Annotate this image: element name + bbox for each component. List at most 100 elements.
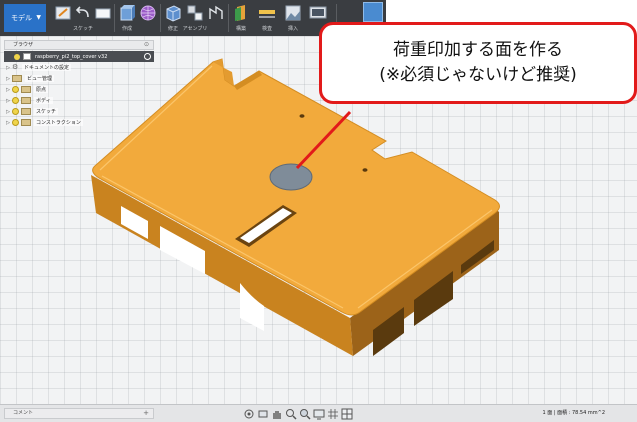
make-icon [309, 6, 327, 19]
visibility-bulb-icon[interactable] [12, 119, 19, 126]
visibility-bulb-icon[interactable] [12, 97, 19, 104]
orbit-icon [244, 409, 254, 419]
display-settings-icon [313, 409, 325, 420]
tool-label: 作成 [121, 26, 132, 32]
tool-cube[interactable]: 修正 [164, 0, 182, 36]
tool-label: アセンブリ [182, 26, 208, 32]
browser-item-label: スケッチ [34, 108, 59, 115]
pan-tool[interactable] [271, 408, 283, 420]
grid-settings-tool[interactable] [327, 408, 339, 420]
gear-icon: ⚙ [12, 63, 19, 71]
visibility-bulb-icon[interactable] [14, 53, 20, 60]
joint-icon [209, 5, 223, 19]
tool-measure[interactable]: 検査 [256, 0, 278, 36]
status-bar: コメント + 1 面 | 面積 : 78.54 mm^2 [0, 404, 637, 422]
annotation-callout: 荷重印加する面を作る (※必須じゃないけど推奨) [319, 22, 637, 104]
grid-icon [328, 409, 338, 419]
visibility-bulb-icon[interactable] [12, 86, 19, 93]
browser-item-document-settings[interactable]: ▷ ⚙ ドキュメントの設定 [4, 62, 154, 73]
measure-icon [259, 10, 275, 18]
browser-header[interactable]: ブラウザ ⊙ [4, 40, 154, 50]
orbit-tool[interactable] [243, 408, 255, 420]
load-face[interactable] [269, 163, 313, 191]
sketch-edit-icon [55, 6, 71, 20]
fit-tool[interactable] [299, 408, 311, 420]
tool-box[interactable]: 作成 [118, 0, 136, 36]
browser-item-bodies[interactable]: ▷ ボディ [4, 95, 154, 106]
tool-label: 挿入 [287, 26, 298, 32]
browser-item-label: ドキュメントの設定 [22, 64, 72, 71]
browser-item-label: 原点 [34, 86, 49, 93]
tool-insert-image[interactable]: 挿入 [282, 0, 304, 36]
cube-icon [166, 5, 181, 22]
measure-readout: 1 面 | 面積 : 78.54 mm^2 [542, 410, 605, 416]
add-comment-icon[interactable]: + [143, 409, 149, 418]
workspace-label: モデル [11, 14, 32, 22]
select-icon [363, 2, 383, 22]
mounting-hole [299, 114, 305, 118]
sketch-rectangle-icon [95, 8, 111, 19]
zoom-fit-icon [300, 409, 311, 420]
tool-sketch-rectangle[interactable] [94, 0, 112, 36]
expand-triangle-icon[interactable]: ▷ [4, 98, 12, 104]
tool-sketch-edit[interactable] [54, 0, 72, 36]
root-label: raspberry_pi2_top_cover v32 [35, 53, 108, 60]
hand-icon [273, 411, 281, 419]
assembly-icon [187, 5, 203, 21]
zoom-icon [286, 409, 297, 420]
visibility-bulb-icon[interactable] [12, 108, 19, 115]
tool-label: スケッチ [73, 26, 94, 32]
expand-triangle-icon[interactable]: ▷ [4, 65, 12, 71]
browser-title: ブラウザ [13, 42, 34, 48]
callout-line-2: (※必須じゃないけど推奨) [379, 65, 577, 85]
callout-line-1: 荷重印加する面を作る [393, 40, 563, 60]
look-at-tool[interactable] [257, 408, 269, 420]
folder-icon [21, 108, 31, 115]
viewports-icon [341, 408, 353, 420]
toolbar-divider [228, 4, 229, 32]
folder-icon [21, 86, 31, 93]
browser-item-label: ビュー管理 [25, 75, 55, 82]
viewports-tool[interactable] [341, 408, 353, 420]
display-settings-tool[interactable] [313, 408, 325, 420]
insert-image-icon [285, 5, 301, 21]
box-icon [120, 5, 135, 21]
browser-item-label: ボディ [34, 97, 53, 104]
tool-label: 修正 [167, 26, 178, 32]
tool-label: 構築 [235, 26, 246, 32]
folder-icon [21, 119, 31, 126]
browser-item-origin[interactable]: ▷ 原点 [4, 84, 154, 95]
tool-undo[interactable]: スケッチ [73, 0, 94, 36]
zoom-tool[interactable] [285, 408, 297, 420]
navigation-toolbar [243, 408, 355, 420]
mounting-hole [362, 168, 368, 172]
expand-triangle-icon[interactable]: ▷ [4, 76, 12, 82]
browser-item-view-management[interactable]: ▷ ビュー管理 [4, 73, 154, 84]
expand-triangle-icon[interactable]: ▷ [4, 109, 12, 115]
tool-sphere-mesh[interactable] [139, 0, 157, 36]
browser-item-sketches[interactable]: ▷ スケッチ [4, 106, 154, 117]
browser-panel: ブラウザ ⊙ raspberry_pi2_top_cover v32 ▷ ⚙ ド… [4, 40, 154, 128]
comments-label: コメント [13, 410, 34, 416]
workspace-selector[interactable]: モデル ▼ [4, 4, 46, 32]
toolbar-divider [160, 4, 161, 32]
folder-icon [21, 97, 31, 104]
component-icon [23, 53, 31, 60]
tool-label: 検査 [261, 26, 272, 32]
expand-triangle-icon[interactable]: ▷ [4, 87, 12, 93]
expand-triangle-icon[interactable]: ▷ [4, 120, 12, 126]
chevron-down-icon: ▼ [36, 14, 41, 21]
tool-construct-plane[interactable]: 構築 [232, 0, 250, 36]
undo-icon [75, 6, 89, 18]
browser-root[interactable]: raspberry_pi2_top_cover v32 [4, 51, 154, 62]
construct-plane-icon [235, 5, 245, 21]
tool-assembly[interactable]: アセンブリ [183, 0, 207, 36]
comments-panel[interactable]: コメント + [4, 408, 154, 419]
tool-joint[interactable] [207, 0, 225, 36]
activate-radio-icon[interactable] [144, 53, 151, 60]
sphere-mesh-icon [140, 5, 156, 21]
browser-item-construction[interactable]: ▷ コンストラクション [4, 117, 154, 128]
folder-icon [12, 75, 22, 82]
pin-icon[interactable]: ⊙ [144, 41, 149, 49]
toolbar-divider [114, 4, 115, 32]
